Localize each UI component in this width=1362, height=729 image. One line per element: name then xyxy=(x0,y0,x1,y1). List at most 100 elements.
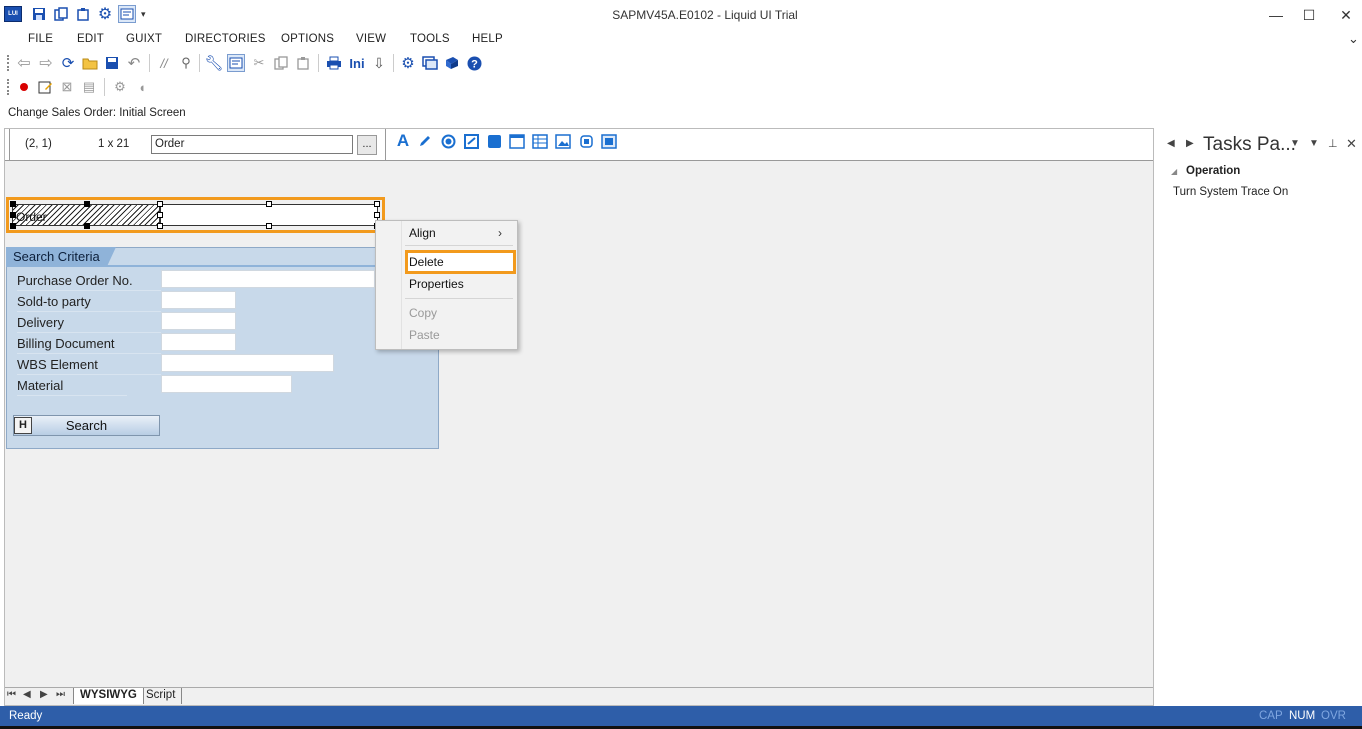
resize-handle[interactable] xyxy=(10,212,16,218)
cut-icon[interactable]: ✂ xyxy=(250,54,268,72)
ribbon-collapse-icon[interactable]: ⌄ xyxy=(1348,31,1359,47)
context-menu-properties[interactable]: Properties xyxy=(409,277,464,291)
task-pane-section-operation[interactable]: Operation xyxy=(1186,165,1240,177)
gear-icon[interactable]: ⚙ xyxy=(399,54,417,72)
tab-wysiwyg[interactable]: WYSIWYG xyxy=(73,688,144,704)
pin-icon[interactable]: ⊥ xyxy=(1328,137,1338,150)
menu-directories[interactable]: DIRECTORIES xyxy=(185,33,266,45)
wbs-element-input[interactable] xyxy=(161,354,334,372)
find-icon[interactable]: ⚲ xyxy=(177,54,195,72)
resize-handle[interactable] xyxy=(157,201,163,207)
paste-icon[interactable] xyxy=(294,54,312,72)
trace-icon[interactable]: ⚙ xyxy=(111,78,129,96)
pen-tool-icon[interactable] xyxy=(416,132,434,150)
property-bar-divider xyxy=(385,129,386,160)
collapse-section-icon[interactable]: ◢ xyxy=(1171,167,1177,176)
next-tab-icon[interactable]: ▶ xyxy=(40,689,48,700)
groupbox-title: Search Criteria xyxy=(13,249,100,264)
context-menu-paste[interactable]: Paste xyxy=(409,328,440,342)
toolbar-grip[interactable] xyxy=(7,55,10,71)
resize-handle[interactable] xyxy=(10,201,16,207)
window-tool-icon[interactable] xyxy=(508,132,526,150)
context-menu-align[interactable]: Align xyxy=(409,226,436,240)
checkbox-tool-icon[interactable] xyxy=(462,132,480,150)
record-icon[interactable] xyxy=(15,78,33,96)
resize-handle[interactable] xyxy=(374,212,380,218)
context-menu-copy[interactable]: Copy xyxy=(409,306,437,320)
resize-handle[interactable] xyxy=(157,223,163,229)
tab-script[interactable]: Script xyxy=(140,688,183,704)
save-icon[interactable] xyxy=(103,54,121,72)
layout-tool-icon[interactable] xyxy=(600,132,618,150)
radio-tool-icon[interactable] xyxy=(439,132,457,150)
menu-help[interactable]: HELP xyxy=(472,33,503,45)
context-menu-delete[interactable]: Delete xyxy=(409,255,444,269)
form-icon[interactable] xyxy=(227,54,245,72)
search-button[interactable]: Search xyxy=(13,415,160,436)
menu-view[interactable]: VIEW xyxy=(356,33,386,45)
refresh-icon[interactable]: ⟳ xyxy=(59,54,77,72)
task-pane-dropdown-icon[interactable]: ▼ xyxy=(1290,138,1300,149)
task-pane-options-icon[interactable]: ▼ xyxy=(1309,138,1319,149)
resize-handle[interactable] xyxy=(374,201,380,207)
prev-tab-icon[interactable]: ◀ xyxy=(23,689,31,700)
inspect-icon[interactable]: ⊠ xyxy=(58,78,76,96)
resize-handle[interactable] xyxy=(266,201,272,207)
download-icon[interactable]: ⇩ xyxy=(370,54,388,72)
menu-edit[interactable]: EDIT xyxy=(77,33,104,45)
resize-handle[interactable] xyxy=(266,223,272,229)
help-icon[interactable]: ? xyxy=(465,54,483,72)
back-arrow-icon[interactable]: ⇦ xyxy=(15,54,33,72)
first-tab-icon[interactable]: ⏮ xyxy=(7,689,16,700)
sold-to-party-input[interactable] xyxy=(161,291,236,309)
menu-tools[interactable]: TOOLS xyxy=(410,33,450,45)
open-folder-icon[interactable] xyxy=(81,54,99,72)
element-name-input[interactable]: Order xyxy=(151,135,353,154)
text-tool-icon[interactable]: A xyxy=(394,131,412,150)
resize-handle[interactable] xyxy=(84,223,90,229)
wrench-icon[interactable]: 🔧︎ xyxy=(204,54,223,72)
pushbutton-tool-icon[interactable] xyxy=(577,132,595,150)
ini-icon[interactable]: Ini xyxy=(346,54,368,72)
resize-handle[interactable] xyxy=(10,223,16,229)
image-tool-icon[interactable] xyxy=(554,132,572,150)
turn-system-trace-on-link[interactable]: Turn System Trace On xyxy=(1173,186,1288,198)
undo-icon[interactable]: ↶ xyxy=(125,54,143,72)
material-input[interactable] xyxy=(161,375,292,393)
field-label-purchase-order[interactable]: Purchase Order No. xyxy=(17,273,161,291)
speaker-icon[interactable]: ◖ xyxy=(133,78,151,96)
menu-file[interactable]: FILE xyxy=(28,33,53,45)
box-tool-icon[interactable] xyxy=(485,132,503,150)
comment-icon[interactable]: // xyxy=(155,54,173,72)
edit-script-icon[interactable] xyxy=(36,78,54,96)
task-pane-back-icon[interactable]: ◀ xyxy=(1167,138,1175,149)
last-tab-icon[interactable]: ⏭ xyxy=(56,689,65,700)
delivery-input[interactable] xyxy=(161,312,236,330)
copy-icon[interactable] xyxy=(272,54,290,72)
field-label-wbs-element[interactable]: WBS Element xyxy=(17,357,161,375)
field-label-delivery[interactable]: Delivery xyxy=(17,315,161,333)
maximize-button[interactable]: ☐ xyxy=(1294,4,1324,26)
task-pane-forward-icon[interactable]: ▶ xyxy=(1186,138,1194,149)
screen-icon[interactable] xyxy=(421,54,439,72)
menu-options[interactable]: OPTIONS xyxy=(281,33,334,45)
field-label-sold-to-party[interactable]: Sold-to party xyxy=(17,294,161,312)
forward-arrow-icon[interactable]: ⇨ xyxy=(37,54,55,72)
toolbar-grip[interactable] xyxy=(7,79,10,95)
book-icon[interactable] xyxy=(443,54,461,72)
table-tool-icon[interactable] xyxy=(531,132,549,150)
purchase-order-input[interactable] xyxy=(161,270,375,288)
minimize-button[interactable]: — xyxy=(1261,4,1291,26)
print-icon[interactable] xyxy=(325,54,343,72)
task-pane-close-icon[interactable]: ✕ xyxy=(1346,136,1357,152)
menu-guixt[interactable]: GUIXT xyxy=(126,33,162,45)
screen-title: Change Sales Order: Initial Screen xyxy=(8,107,186,119)
close-button[interactable]: ✕ xyxy=(1331,4,1361,26)
resize-handle[interactable] xyxy=(157,212,163,218)
browse-button[interactable]: ... xyxy=(357,135,377,155)
field-label-material[interactable]: Material xyxy=(17,378,127,396)
field-label-billing-document[interactable]: Billing Document xyxy=(17,336,161,354)
billing-document-input[interactable] xyxy=(161,333,236,351)
resize-handle[interactable] xyxy=(84,201,90,207)
layout-icon[interactable]: ▤ xyxy=(80,78,98,96)
